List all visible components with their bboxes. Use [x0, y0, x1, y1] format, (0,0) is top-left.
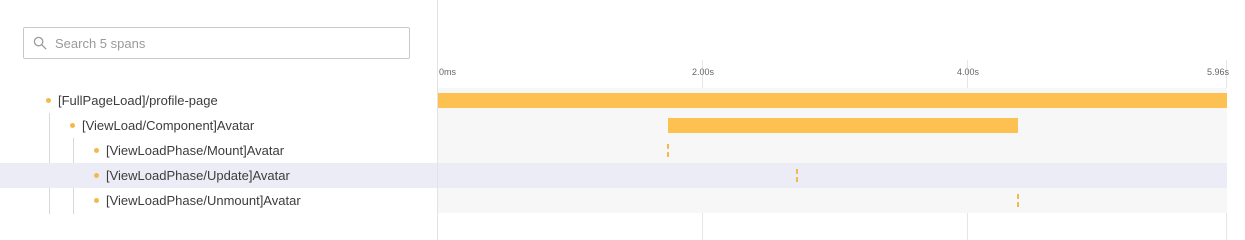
- span-label: [ViewLoadPhase/Update]Avatar: [106, 168, 290, 183]
- span-label: [ViewLoadPhase/Unmount]Avatar: [106, 193, 301, 208]
- timeline-panel: 0ms 2.00s 4.00s 5.96s: [438, 0, 1245, 240]
- search-icon: [33, 36, 47, 50]
- span-status-dot: [46, 98, 51, 103]
- timeline-lane[interactable]: [438, 163, 1227, 188]
- timeline-lane[interactable]: [438, 188, 1227, 213]
- span-tree-row[interactable]: [ViewLoad/Component]Avatar: [0, 113, 437, 138]
- span-instant-marker[interactable]: [1017, 194, 1019, 207]
- span-label: [ViewLoad/Component]Avatar: [82, 118, 255, 133]
- tick-label: 5.96s: [1207, 67, 1230, 77]
- span-instant-marker[interactable]: [667, 144, 669, 157]
- tick-label: 2.00s: [692, 67, 715, 77]
- span-tree-row[interactable]: [FullPageLoad]/profile-page: [0, 88, 437, 113]
- span-tree-row[interactable]: [ViewLoadPhase/Update]Avatar: [0, 163, 437, 188]
- span-instant-marker[interactable]: [796, 169, 798, 182]
- span-tree-panel: [FullPageLoad]/profile-page [ViewLoad/Com…: [0, 0, 437, 240]
- span-status-dot: [94, 198, 99, 203]
- span-tree-row[interactable]: [ViewLoadPhase/Unmount]Avatar: [0, 188, 437, 213]
- span-status-dot: [94, 173, 99, 178]
- span-status-dot: [94, 148, 99, 153]
- search-input[interactable]: [53, 34, 397, 52]
- timeline-lane[interactable]: [438, 138, 1227, 163]
- tick-label: 4.00s: [957, 67, 980, 77]
- span-bar[interactable]: [438, 93, 1227, 108]
- span-bar[interactable]: [668, 118, 1018, 133]
- span-label: [FullPageLoad]/profile-page: [58, 93, 218, 108]
- tick-label: 0ms: [439, 67, 457, 77]
- span-tree-row[interactable]: [ViewLoadPhase/Mount]Avatar: [0, 138, 437, 163]
- span-label: [ViewLoadPhase/Mount]Avatar: [106, 143, 285, 158]
- search-box[interactable]: [23, 27, 410, 59]
- span-status-dot: [70, 123, 75, 128]
